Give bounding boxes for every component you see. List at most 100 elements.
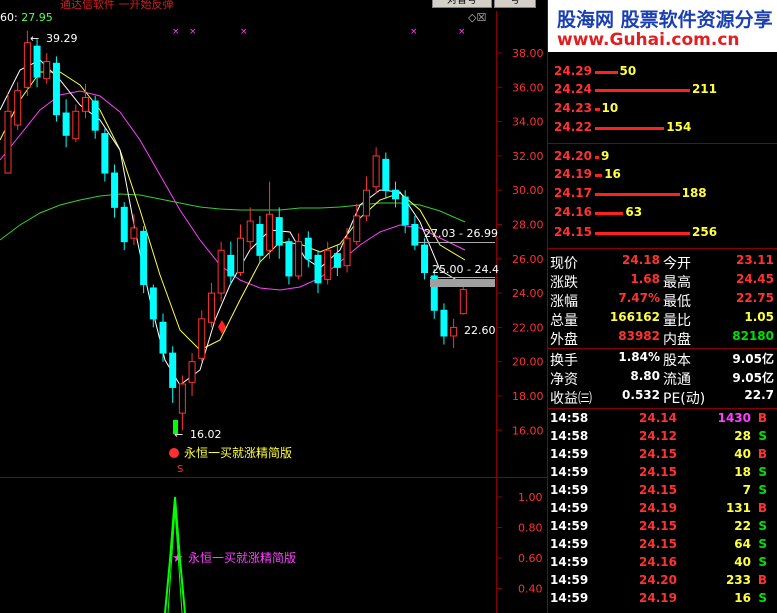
fundamental-row: 收益㈢ 0.532 PE(动) 22.7 [547, 388, 777, 407]
indicator-axis: 1.00 0.80 0.60 0.40 [496, 491, 543, 596]
candle-body [33, 45, 41, 78]
trade-side: S [758, 429, 767, 443]
order-volume: 9 [601, 149, 610, 163]
trade-time: 14:59 [550, 555, 589, 569]
quote-huanshou: 1.84% [618, 350, 660, 364]
signal-ball-icon [169, 448, 179, 458]
trade-side: S [758, 537, 767, 551]
candle-body [188, 361, 196, 383]
high-marker: ← [30, 32, 39, 45]
fundamental-row: 换手 1.84% 股本 9.05亿 [547, 350, 777, 369]
candle-body [178, 383, 186, 414]
right-price-label: 22.60 [464, 324, 496, 337]
quote-zuidi: 22.75 [736, 291, 774, 305]
quote-pe-label: PE(动) [663, 391, 706, 407]
trade-side: S [758, 519, 767, 533]
candle-body [246, 220, 254, 243]
trade-time: 14:59 [550, 483, 589, 497]
order-price: 24.22 [554, 120, 592, 134]
trade-price: 24.20 [639, 573, 677, 587]
order-price: 24.17 [554, 186, 592, 200]
trade-volume: 233 [725, 573, 751, 587]
trade-side: S [758, 465, 767, 479]
quote-jinkai-label: 今开 [663, 256, 691, 272]
candle-body [266, 213, 274, 251]
trade-volume: 16 [734, 591, 751, 605]
highlight-bar [430, 279, 495, 287]
event-markers: × × × × × [172, 27, 466, 37]
range1-label: 27.03 - 26.99 [424, 227, 498, 240]
candle-body [159, 321, 167, 354]
trade-side: S [758, 483, 767, 497]
trade-price: 24.16 [639, 555, 677, 569]
trade-time: 14:59 [550, 573, 589, 587]
quote-row: 涨幅 7.47% 最低 22.75 [547, 291, 777, 310]
quote-zhangdie: 1.68 [630, 272, 660, 286]
trade-volume: 7 [742, 483, 751, 497]
kline-chart[interactable]: 38.00 36.00 34.00 32.00 30.00 28.00 26.00 24.00… [0, 0, 547, 613]
trade-volume: 1430 [717, 411, 751, 425]
candle-body [72, 110, 80, 140]
price-tick-label: 20.00 [512, 356, 544, 369]
candles [4, 30, 467, 431]
indicator-tick-label: 0.40 [518, 583, 543, 596]
candle-body [382, 158, 390, 191]
trade-price: 24.15 [639, 447, 677, 461]
quote-shouyi: 0.532 [622, 388, 660, 402]
ask-row: 24.23 10 [547, 101, 777, 119]
trade-volume: 40 [734, 447, 751, 461]
bid-row: 24.17 188 [547, 186, 777, 204]
trade-price: 24.15 [639, 483, 677, 497]
buy-arrow-icon [218, 320, 226, 334]
price-tick-label: 26.00 [512, 253, 544, 266]
indicator-tick-label: 1.00 [518, 491, 543, 504]
quote-zhangfu-label: 涨幅 [550, 294, 578, 310]
trade-row: 14:59 24.19 16 S [547, 591, 777, 609]
candle-body [440, 309, 448, 337]
candle-body [459, 289, 467, 315]
quote-zongliang-label: 总量 [550, 313, 578, 329]
order-volume: 256 [692, 225, 718, 239]
trade-row: 14:58 24.12 28 S [547, 429, 777, 447]
trade-price: 24.15 [639, 519, 677, 533]
event-marker: × [240, 27, 248, 37]
candle-body [401, 196, 409, 225]
low-label: 16.02 [190, 428, 222, 441]
trade-row: 14:59 24.15 64 S [547, 537, 777, 555]
candle-body [304, 237, 312, 260]
candle-body [130, 227, 138, 239]
candle-body [217, 249, 225, 294]
quote-pe: 22.7 [744, 388, 774, 402]
trade-side: S [758, 555, 767, 569]
order-volume: 10 [601, 101, 619, 115]
quote-guben: 9.05亿 [732, 352, 774, 366]
order-volume: 211 [691, 82, 717, 96]
candle-body [14, 90, 22, 126]
candle-body [198, 318, 206, 359]
order-price: 24.24 [554, 82, 592, 96]
price-tick-label: 22.00 [512, 321, 544, 334]
price-tick-label: 18.00 [512, 390, 544, 403]
volume-bar [595, 232, 690, 235]
trade-price: 24.19 [639, 501, 677, 515]
order-price: 24.16 [554, 205, 592, 219]
candle-body [353, 215, 361, 243]
candle-body [149, 287, 157, 320]
panel-separator [547, 248, 777, 249]
trade-price: 24.19 [639, 591, 677, 605]
candle-body [207, 292, 215, 323]
trade-volume: 22 [734, 519, 751, 533]
indicator-tick-label: 0.60 [518, 552, 543, 565]
trade-row: 14:59 24.15 18 S [547, 465, 777, 483]
volume-bar [595, 193, 680, 196]
candle-body [421, 244, 429, 274]
ask-row: 24.22 154 [547, 120, 777, 138]
trade-volume: 64 [734, 537, 751, 551]
candle-body [169, 352, 177, 388]
candle-body [362, 189, 370, 217]
candle-body [314, 254, 322, 284]
signal-main-label: 永恒一买就涨精简版 [184, 445, 292, 460]
price-axis: 38.00 36.00 34.00 32.00 30.00 28.00 26.00 24.00… [496, 47, 544, 437]
candle-body [295, 241, 303, 277]
trade-price: 24.15 [639, 537, 677, 551]
